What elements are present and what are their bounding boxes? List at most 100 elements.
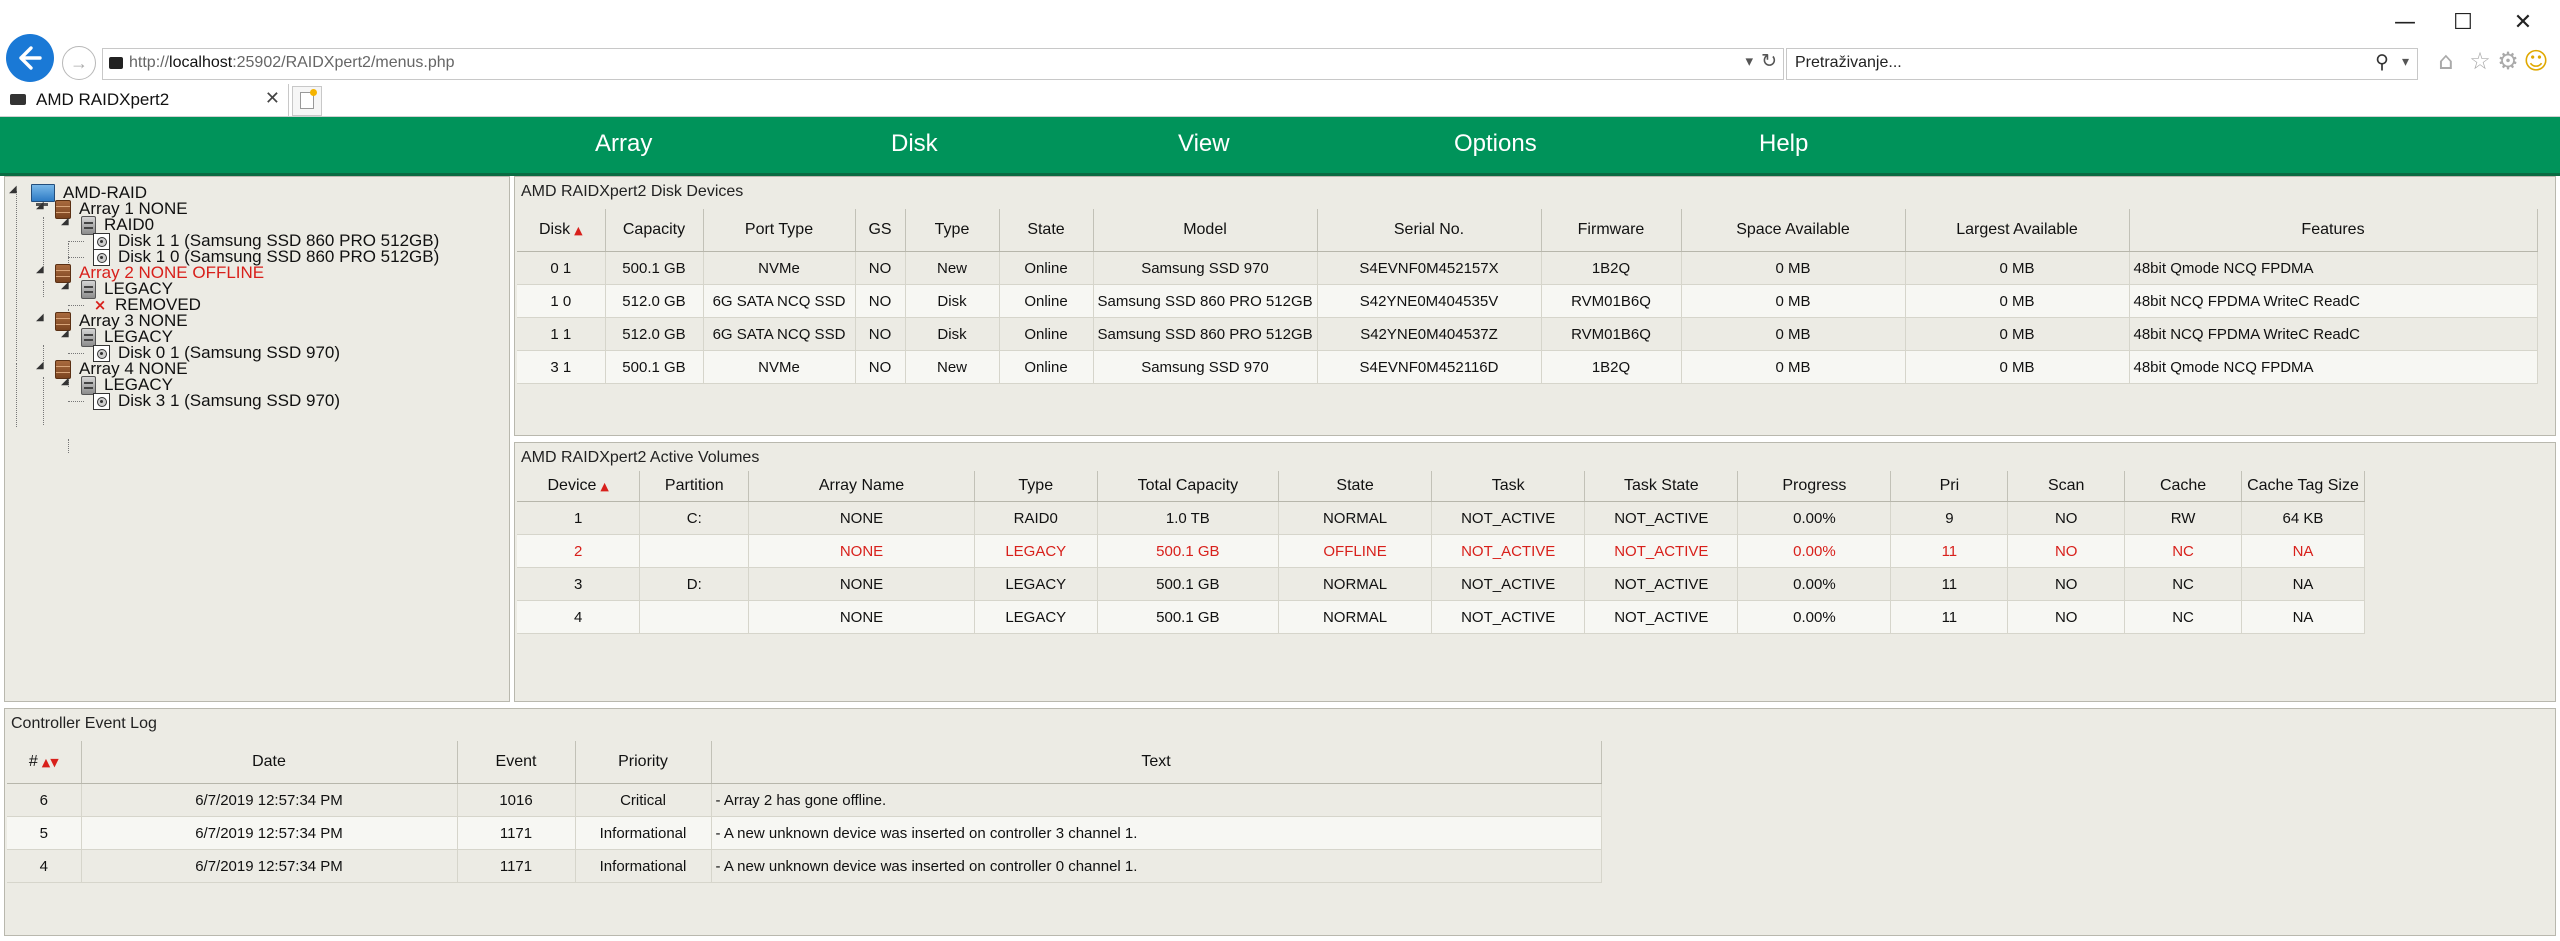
table-row-error[interactable]: 2 NONE LEGACY 500.1 GB OFFLINE NOT_ACTIV… bbox=[517, 534, 2366, 568]
tree-expand-legacy4-icon[interactable]: ◢ bbox=[61, 376, 73, 388]
tree-expand-array3-icon[interactable]: ◢ bbox=[36, 312, 48, 324]
col-header-device[interactable]: Device ▲ bbox=[517, 471, 641, 502]
table-row[interactable]: 0 1 500.1 GB NVMe NO New Online Samsung … bbox=[517, 251, 2538, 285]
col-header-pri[interactable]: Pri bbox=[1890, 471, 2009, 502]
search-input[interactable]: Pretraživanje... bbox=[1795, 54, 1902, 72]
browser-tab-active[interactable]: AMD RAIDXpert2 ✕ bbox=[0, 84, 289, 116]
col-header-total-capacity[interactable]: Total Capacity bbox=[1097, 471, 1280, 502]
address-dropdown-icon[interactable]: ▾ bbox=[1745, 52, 1753, 70]
col-header-gs[interactable]: GS bbox=[855, 209, 906, 252]
search-dropdown-icon[interactable]: ▾ bbox=[2402, 53, 2409, 70]
cell-device: 1 bbox=[517, 501, 641, 535]
new-tab-icon bbox=[300, 89, 317, 109]
col-header-cache[interactable]: Cache bbox=[2124, 471, 2242, 502]
cell-task: NOT_ACTIVE bbox=[1431, 600, 1586, 634]
cell-largest-available: 0 MB bbox=[1905, 350, 2130, 384]
tree-expand-legacy2-icon[interactable]: ◢ bbox=[61, 280, 73, 292]
col-header-state[interactable]: State bbox=[999, 209, 1094, 252]
table-row[interactable]: 3 1 500.1 GB NVMe NO New Online Samsung … bbox=[517, 350, 2538, 384]
cell-date: 6/7/2019 12:57:34 PM bbox=[81, 816, 458, 850]
tree-expand-array2-icon[interactable]: ◢ bbox=[36, 264, 48, 276]
search-icon[interactable]: ⚲ bbox=[2375, 51, 2389, 74]
tree-expand-raid0-icon[interactable]: ◢ bbox=[61, 216, 73, 228]
tree-expand-array4-icon[interactable]: ◢ bbox=[36, 360, 48, 372]
cell-scan: NO bbox=[2007, 600, 2126, 634]
col-header-port-type[interactable]: Port Type bbox=[703, 209, 856, 252]
address-bar[interactable]: http://localhost:25902/RAIDXpert2/menus.… bbox=[102, 48, 1784, 80]
cell-device: 2 bbox=[517, 534, 641, 568]
close-window-button[interactable]: ✕ bbox=[2498, 4, 2548, 40]
menu-array[interactable]: Array bbox=[595, 130, 652, 158]
cell-progress: 0.00% bbox=[1737, 501, 1892, 535]
col-header-date[interactable]: Date bbox=[81, 741, 458, 784]
maximize-button[interactable]: ☐ bbox=[2438, 4, 2488, 40]
tree-node-disk-3-1[interactable]: Disk 3 1 (Samsung SSD 970) bbox=[93, 389, 340, 413]
tree-expand-legacy3-icon[interactable]: ◢ bbox=[61, 328, 73, 340]
sort-descending-icon: ▲▼ bbox=[41, 756, 59, 769]
table-row[interactable]: 3 D: NONE LEGACY 500.1 GB NORMAL NOT_ACT… bbox=[517, 567, 2366, 601]
cell-priority: Informational bbox=[575, 816, 712, 850]
smiley-feedback-icon[interactable]: ☺ bbox=[2522, 46, 2550, 76]
minimize-button[interactable]: — bbox=[2380, 4, 2430, 40]
tab-close-icon[interactable]: ✕ bbox=[265, 88, 280, 109]
table-row[interactable]: 1 0 512.0 GB 6G SATA NCQ SSD NO Disk Onl… bbox=[517, 284, 2538, 318]
cell-disk: 1 1 bbox=[517, 317, 606, 351]
col-header-model[interactable]: Model bbox=[1093, 209, 1318, 252]
menu-options[interactable]: Options bbox=[1454, 130, 1537, 158]
event-log-table: # ▲▼ Date Event Priority Text 6 6/7/2019 … bbox=[7, 741, 1602, 883]
tree-expand-array1-icon[interactable]: ◢ bbox=[36, 200, 48, 212]
cell-capacity: 500.1 GB bbox=[605, 251, 704, 285]
col-header-task-state[interactable]: Task State bbox=[1584, 471, 1739, 502]
col-header-cache-tag-size[interactable]: Cache Tag Size bbox=[2241, 471, 2366, 502]
cell-total-capacity: 500.1 GB bbox=[1097, 600, 1280, 634]
col-header-state[interactable]: State bbox=[1278, 471, 1433, 502]
col-header-type[interactable]: Type bbox=[974, 471, 1098, 502]
col-header-priority[interactable]: Priority bbox=[575, 741, 712, 784]
cell-progress: 0.00% bbox=[1737, 534, 1892, 568]
cell-serial: S42YNE0M404535V bbox=[1317, 284, 1542, 318]
col-header-firmware[interactable]: Firmware bbox=[1541, 209, 1682, 252]
new-tab-button[interactable] bbox=[292, 86, 322, 116]
home-icon[interactable]: ⌂ bbox=[2432, 46, 2460, 76]
active-volumes-panel: AMD RAIDXpert2 Active Volumes Device ▲ Pa… bbox=[514, 442, 2556, 702]
favorites-star-icon[interactable]: ☆ bbox=[2466, 46, 2494, 76]
col-header-task[interactable]: Task bbox=[1431, 471, 1586, 502]
back-arrow-icon bbox=[19, 46, 42, 70]
active-volumes-title: AMD RAIDXpert2 Active Volumes bbox=[521, 449, 760, 466]
search-bar[interactable]: Pretraživanje... ⚲ ▾ bbox=[1786, 48, 2418, 80]
col-header-text[interactable]: Text bbox=[711, 741, 1602, 784]
back-button[interactable] bbox=[6, 34, 54, 82]
col-header-capacity[interactable]: Capacity bbox=[605, 209, 704, 252]
cell-task-state: NOT_ACTIVE bbox=[1584, 501, 1739, 535]
col-header-progress[interactable]: Progress bbox=[1737, 471, 1892, 502]
cell-space-available: 0 MB bbox=[1681, 251, 1906, 285]
tree-expand-controller-icon[interactable]: ◢ bbox=[9, 184, 21, 196]
col-header-disk[interactable]: Disk ▲ bbox=[517, 209, 606, 252]
menu-view[interactable]: View bbox=[1178, 130, 1230, 158]
col-header-features[interactable]: Features bbox=[2129, 209, 2538, 252]
table-row[interactable]: 5 6/7/2019 12:57:34 PM 1171 Informationa… bbox=[7, 816, 1602, 850]
table-row[interactable]: 6 6/7/2019 12:57:34 PM 1016 Critical - A… bbox=[7, 783, 1602, 817]
col-header-partition[interactable]: Partition bbox=[639, 471, 750, 502]
table-row[interactable]: 4 6/7/2019 12:57:34 PM 1171 Informationa… bbox=[7, 849, 1602, 883]
window-controls: — ☐ ✕ bbox=[2380, 0, 2560, 44]
col-header-serial[interactable]: Serial No. bbox=[1317, 209, 1542, 252]
table-row[interactable]: 1 1 512.0 GB 6G SATA NCQ SSD NO Disk Onl… bbox=[517, 317, 2538, 351]
refresh-icon[interactable]: ↻ bbox=[1761, 50, 1777, 73]
table-row[interactable]: 4 NONE LEGACY 500.1 GB NORMAL NOT_ACTIVE… bbox=[517, 600, 2366, 634]
event-log-panel: Controller Event Log # ▲▼ Date Event Prio… bbox=[4, 708, 2556, 936]
menu-help[interactable]: Help bbox=[1759, 130, 1808, 158]
col-header-number[interactable]: # ▲▼ bbox=[7, 741, 82, 784]
table-row[interactable]: 1 C: NONE RAID0 1.0 TB NORMAL NOT_ACTIVE… bbox=[517, 501, 2366, 535]
col-header-space-available[interactable]: Space Available bbox=[1681, 209, 1906, 252]
forward-button[interactable]: → bbox=[62, 46, 96, 80]
col-header-type[interactable]: Type bbox=[905, 209, 1000, 252]
menu-disk[interactable]: Disk bbox=[891, 130, 938, 158]
col-header-scan[interactable]: Scan bbox=[2007, 471, 2126, 502]
address-url[interactable]: http://localhost:25902/RAIDXpert2/menus.… bbox=[129, 54, 455, 72]
settings-gear-icon[interactable]: ⚙ bbox=[2494, 46, 2522, 76]
col-header-largest-available[interactable]: Largest Available bbox=[1905, 209, 2130, 252]
col-header-event[interactable]: Event bbox=[457, 741, 576, 784]
cell-total-capacity: 1.0 TB bbox=[1097, 501, 1280, 535]
col-header-array-name[interactable]: Array Name bbox=[748, 471, 975, 502]
